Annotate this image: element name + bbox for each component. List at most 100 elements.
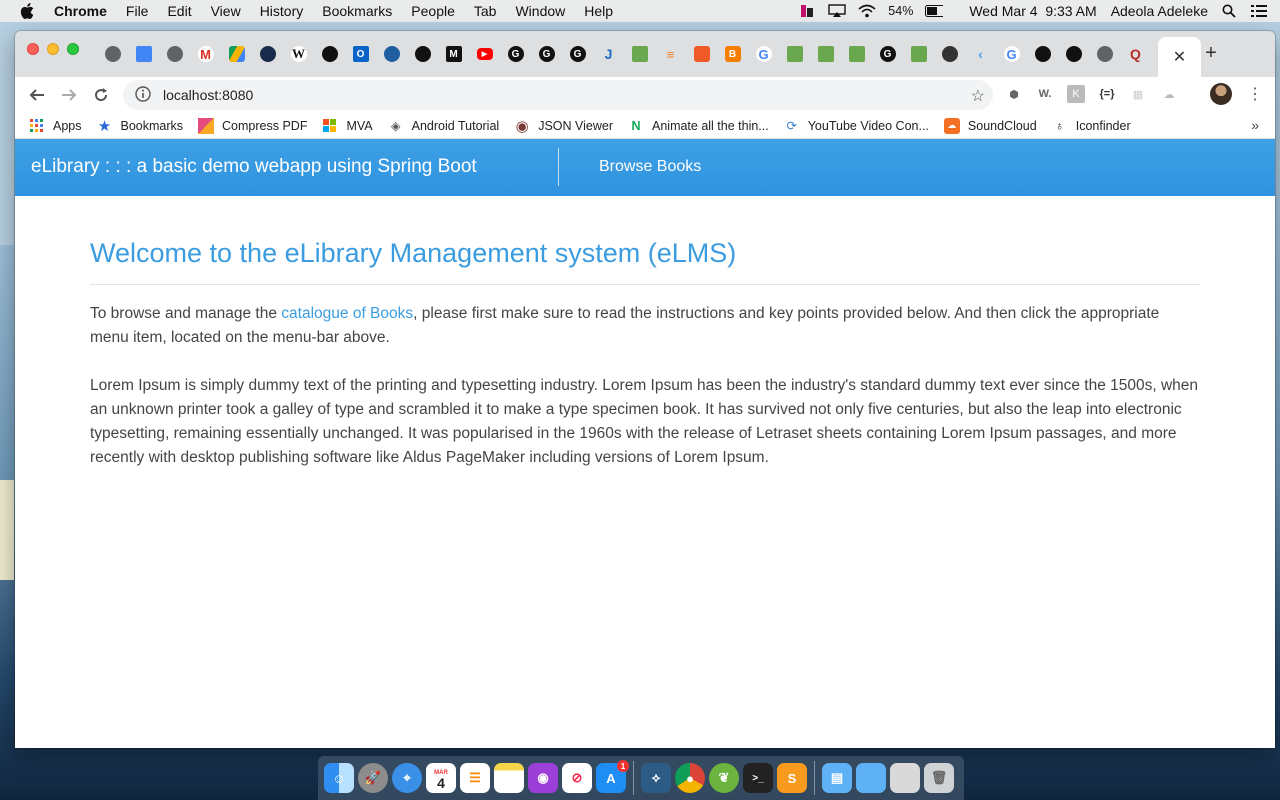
mysql-workbench-app[interactable]: ⟡ xyxy=(641,763,671,793)
bookmark-iconfinder[interactable]: ♁ Iconfinder xyxy=(1052,118,1131,134)
fullscreen-window-button[interactable] xyxy=(67,43,79,55)
grid-extension-icon[interactable]: ▦ xyxy=(1129,85,1147,103)
cube-extension-icon[interactable]: ⬢ xyxy=(1005,85,1023,103)
new-tab-button[interactable]: + xyxy=(1199,41,1223,65)
menu-file[interactable]: File xyxy=(126,3,149,19)
wifi-icon[interactable] xyxy=(858,4,876,18)
downloads-folder[interactable] xyxy=(856,763,886,793)
apple-menu-icon[interactable] xyxy=(20,3,36,19)
status-app-icon[interactable] xyxy=(798,4,816,18)
tab-leaf2[interactable] xyxy=(779,44,810,64)
tab-g2[interactable]: G xyxy=(531,44,562,64)
profile-avatar[interactable] xyxy=(1210,83,1232,105)
close-window-button[interactable] xyxy=(27,43,39,55)
bookmark-compress-pdf[interactable]: Compress PDF xyxy=(198,117,307,134)
cloud-extension-icon[interactable]: ☁ xyxy=(1160,85,1178,103)
menu-bookmarks[interactable]: Bookmarks xyxy=(322,3,392,19)
airplay-icon[interactable] xyxy=(828,4,846,18)
menu-edit[interactable]: Edit xyxy=(167,3,191,19)
tab-flutter[interactable]: ‹ xyxy=(965,44,996,64)
trash-icon[interactable]: 🗑 xyxy=(924,763,954,793)
news-app[interactable]: ⊘ xyxy=(562,763,592,793)
json-extension-icon[interactable]: {=} xyxy=(1098,85,1116,103)
bookmarks-overflow-button[interactable]: » xyxy=(1251,117,1259,133)
documents-folder[interactable]: ▤ xyxy=(822,763,852,793)
tab-globe-3[interactable] xyxy=(1089,44,1120,64)
catalogue-link[interactable]: catalogue of Books xyxy=(281,305,413,322)
tab-docs[interactable] xyxy=(128,44,159,64)
tab-youtube[interactable]: ▶ xyxy=(469,44,500,64)
bookmark-android-tutorial[interactable]: ◈ Android Tutorial xyxy=(388,118,499,134)
tab-leaf3[interactable] xyxy=(810,44,841,64)
close-tab-icon[interactable]: ✕ xyxy=(1173,47,1186,67)
chrome-menu-icon[interactable]: ⋮ xyxy=(1247,84,1263,104)
app-store-app[interactable]: A1 xyxy=(596,760,629,793)
address-bar[interactable]: localhost:8080 ☆ xyxy=(123,80,993,110)
menu-people[interactable]: People xyxy=(411,3,455,19)
finder-app[interactable]: ☺ xyxy=(324,763,354,793)
reload-button[interactable] xyxy=(85,81,117,109)
tab-hex[interactable] xyxy=(252,44,283,64)
k-extension-icon[interactable]: K xyxy=(1067,85,1085,103)
launchpad-app[interactable]: 🚀 xyxy=(358,763,388,793)
info-icon[interactable] xyxy=(135,86,153,104)
bookmark-json-viewer[interactable]: ◉ JSON Viewer xyxy=(514,118,613,135)
bookmark-apps[interactable]: Apps xyxy=(29,118,82,134)
bookmark-star-icon[interactable]: ☆ xyxy=(971,86,985,106)
tab-outlook[interactable]: O xyxy=(345,44,376,64)
tab-brave[interactable] xyxy=(686,44,717,64)
datetime[interactable]: Wed Mar 4 9:33 AM xyxy=(969,3,1096,19)
menu-help[interactable]: Help xyxy=(584,3,613,19)
notification-center-icon[interactable] xyxy=(1250,4,1268,18)
chrome-app[interactable]: ● xyxy=(675,763,705,793)
bookmark-youtube-converter[interactable]: ⟳ YouTube Video Con... xyxy=(784,118,928,134)
safari-app[interactable]: ⌖ xyxy=(392,763,422,793)
tab-circle-2[interactable] xyxy=(407,44,438,64)
bookmark-soundcloud[interactable]: ☁ SoundCloud xyxy=(943,117,1037,134)
spotlight-search-icon[interactable] xyxy=(1220,4,1238,18)
tab-g1[interactable]: G xyxy=(500,44,531,64)
browse-books-link[interactable]: Browse Books xyxy=(599,158,701,176)
tab-wikipedia[interactable]: W xyxy=(283,44,314,64)
tab-github2[interactable] xyxy=(1058,44,1089,64)
menu-tab[interactable]: Tab xyxy=(474,3,497,19)
bookmark-animate[interactable]: N Animate all the thin... xyxy=(628,118,768,134)
tab-digitalocean[interactable] xyxy=(376,44,407,64)
tab-google[interactable]: G xyxy=(748,44,779,64)
notes-app[interactable] xyxy=(494,763,524,793)
tab-g4[interactable]: G xyxy=(872,44,903,64)
site-brand[interactable]: eLibrary : : : a basic demo webapp using… xyxy=(31,156,477,178)
sublime-text-app[interactable]: S xyxy=(777,763,807,793)
tab-circle[interactable] xyxy=(314,44,345,64)
tab-g3[interactable]: G xyxy=(562,44,593,64)
tab-stackoverflow[interactable]: ≡ xyxy=(655,44,686,64)
user-name[interactable]: Adeola Adeleke xyxy=(1111,3,1208,19)
battery-icon[interactable] xyxy=(925,4,944,18)
menu-window[interactable]: Window xyxy=(515,3,565,19)
tab-globe-2[interactable] xyxy=(159,44,190,64)
menu-app-name[interactable]: Chrome xyxy=(54,3,107,19)
tab-google-2[interactable]: G xyxy=(996,44,1027,64)
tab-circle-3[interactable] xyxy=(934,44,965,64)
tab-quora[interactable]: Q xyxy=(1120,44,1151,64)
tab-github1[interactable] xyxy=(1027,44,1058,64)
tab-drive[interactable] xyxy=(221,44,252,64)
terminal-app[interactable]: >_ xyxy=(743,763,773,793)
menu-view[interactable]: View xyxy=(211,3,241,19)
podcasts-app[interactable]: ◉ xyxy=(528,763,558,793)
back-button[interactable] xyxy=(21,81,53,109)
minimize-window-button[interactable] xyxy=(47,43,59,55)
tab-leaf4[interactable] xyxy=(841,44,872,64)
screenshots-stack[interactable] xyxy=(890,763,920,793)
tab-globe[interactable] xyxy=(97,44,128,64)
calendar-app[interactable]: MAR 4 xyxy=(426,763,456,793)
tab-j[interactable]: J xyxy=(593,44,624,64)
bookmark-bookmarks[interactable]: ★ Bookmarks xyxy=(97,118,183,135)
tab-blogger[interactable]: B xyxy=(717,44,748,64)
url-text[interactable]: localhost:8080 xyxy=(163,87,253,103)
bookmark-mva[interactable]: MVA xyxy=(322,118,373,134)
tab-medium[interactable]: M xyxy=(438,44,469,64)
tab-gmail[interactable]: M xyxy=(190,44,221,64)
forward-button[interactable] xyxy=(53,81,85,109)
tab-leaf1[interactable] xyxy=(624,44,655,64)
